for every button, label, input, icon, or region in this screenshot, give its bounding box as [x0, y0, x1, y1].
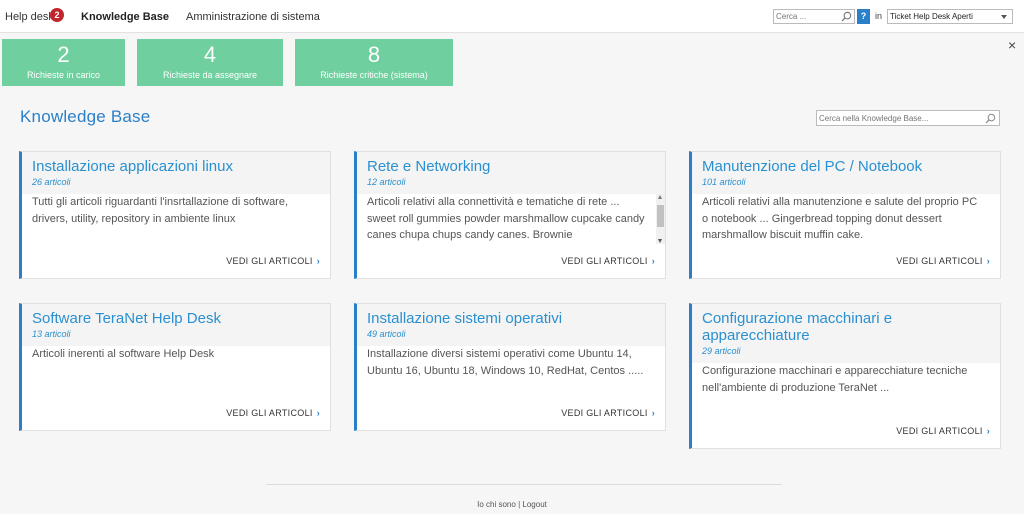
search-scope-label: in: [875, 11, 883, 21]
card-description: Articoli inerenti al software Help Desk: [32, 348, 215, 360]
stat-to-assign[interactable]: 4 Richieste da assegnare: [137, 39, 283, 86]
card-title[interactable]: Manutenzione del PC / Notebook: [702, 158, 992, 175]
stat-label: Richieste critiche (sistema): [320, 70, 428, 80]
card-article-count: 101 articoli: [702, 177, 746, 187]
helpdesk-count-badge: 2: [50, 8, 64, 22]
view-articles-link[interactable]: VEDI GLI ARTICOLI ›: [896, 426, 990, 436]
chevron-right-icon: ›: [651, 408, 655, 418]
stat-value: 4: [203, 42, 217, 67]
card-description: Articoli relativi alla manutenzione e sa…: [702, 196, 978, 241]
card-title[interactable]: Configurazione macchinari e apparecchiat…: [702, 310, 992, 344]
view-articles-link[interactable]: VEDI GLI ARTICOLI ›: [226, 408, 320, 418]
card-article-count: 13 articoli: [32, 329, 71, 339]
footer-separator: |: [518, 500, 521, 509]
view-articles-label: VEDI GLI ARTICOLI: [226, 256, 313, 266]
kb-category-card: Configurazione macchinari e apparecchiat…: [689, 303, 1001, 449]
card-article-count: 26 articoli: [32, 177, 71, 187]
view-articles-label: VEDI GLI ARTICOLI: [896, 256, 983, 266]
view-articles-link[interactable]: VEDI GLI ARTICOLI ›: [561, 256, 655, 266]
card-description: Installazione diversi sistemi operativi …: [367, 348, 644, 377]
top-navbar: Help desk 2 Knowledge Base Amministrazio…: [0, 0, 1024, 33]
card-title[interactable]: Installazione sistemi operativi: [367, 310, 657, 327]
card-title[interactable]: Software TeraNet Help Desk: [32, 310, 322, 327]
view-articles-label: VEDI GLI ARTICOLI: [561, 256, 648, 266]
stat-in-charge[interactable]: 2 Richieste in carico: [2, 39, 125, 86]
help-button[interactable]: ?: [857, 9, 870, 24]
nav-admin-link[interactable]: Amministrazione di sistema: [186, 11, 320, 23]
nav-knowledge-base-link[interactable]: Knowledge Base: [81, 11, 169, 23]
chevron-right-icon: ›: [316, 408, 320, 418]
card-title[interactable]: Rete e Networking: [367, 158, 657, 175]
description-scrollbar[interactable]: [656, 194, 665, 244]
kb-category-card: Software TeraNet Help Desk 13 articoli A…: [19, 303, 331, 431]
stat-value: 8: [367, 42, 381, 67]
stat-critical[interactable]: 8 Richieste critiche (sistema): [295, 39, 453, 86]
footer: Io chi sono | Logout: [0, 500, 1024, 509]
card-title[interactable]: Installazione applicazioni linux: [32, 158, 322, 175]
search-icon[interactable]: [985, 113, 996, 124]
kb-category-card: Installazione sistemi operativi 49 artic…: [354, 303, 666, 431]
view-articles-label: VEDI GLI ARTICOLI: [896, 426, 983, 436]
close-icon[interactable]: ×: [1008, 38, 1016, 52]
chevron-right-icon: ›: [316, 256, 320, 266]
card-description: Tutti gli articoli riguardanti l'insrtal…: [32, 196, 289, 225]
view-articles-link[interactable]: VEDI GLI ARTICOLI ›: [896, 256, 990, 266]
scroll-thumb[interactable]: [657, 205, 664, 227]
chevron-right-icon: ›: [651, 256, 655, 266]
view-articles-label: VEDI GLI ARTICOLI: [561, 408, 648, 418]
about-link[interactable]: Io chi sono: [477, 500, 516, 509]
card-description: Configurazione macchinari e apparecchiat…: [702, 365, 968, 394]
kb-category-card: Rete e Networking 12 articoli Articoli r…: [354, 151, 666, 279]
scroll-down-icon[interactable]: [658, 239, 662, 243]
chevron-down-icon: [1001, 15, 1007, 19]
view-articles-label: VEDI GLI ARTICOLI: [226, 408, 313, 418]
card-article-count: 49 articoli: [367, 329, 406, 339]
scroll-up-icon[interactable]: [658, 195, 662, 199]
search-scope-value: Ticket Help Desk Aperti: [890, 12, 973, 21]
logout-link[interactable]: Logout: [522, 500, 546, 509]
card-article-count: 12 articoli: [367, 177, 406, 187]
stat-label: Richieste da assegnare: [162, 70, 258, 80]
page-title: Knowledge Base: [20, 107, 151, 126]
kb-search-input[interactable]: [819, 112, 979, 124]
view-articles-link[interactable]: VEDI GLI ARTICOLI ›: [561, 408, 655, 418]
footer-divider: [266, 484, 782, 485]
search-icon[interactable]: [841, 11, 852, 22]
kb-category-card: Manutenzione del PC / Notebook 101 artic…: [689, 151, 1001, 279]
top-search-box: [773, 9, 855, 24]
chevron-right-icon: ›: [986, 426, 990, 436]
card-article-count: 29 articoli: [702, 346, 741, 356]
stat-label: Richieste in carico: [26, 70, 101, 80]
search-scope-select[interactable]: Ticket Help Desk Aperti: [887, 9, 1013, 24]
stat-value: 2: [57, 42, 70, 67]
view-articles-link[interactable]: VEDI GLI ARTICOLI ›: [226, 256, 320, 266]
kb-category-card: Installazione applicazioni linux 26 arti…: [19, 151, 331, 279]
nav-helpdesk-link[interactable]: Help desk: [5, 11, 54, 23]
chevron-right-icon: ›: [986, 256, 990, 266]
kb-search-box: [816, 110, 1000, 126]
top-search-input[interactable]: [776, 10, 842, 23]
card-description: Articoli relativi alla connettività e te…: [367, 196, 645, 241]
